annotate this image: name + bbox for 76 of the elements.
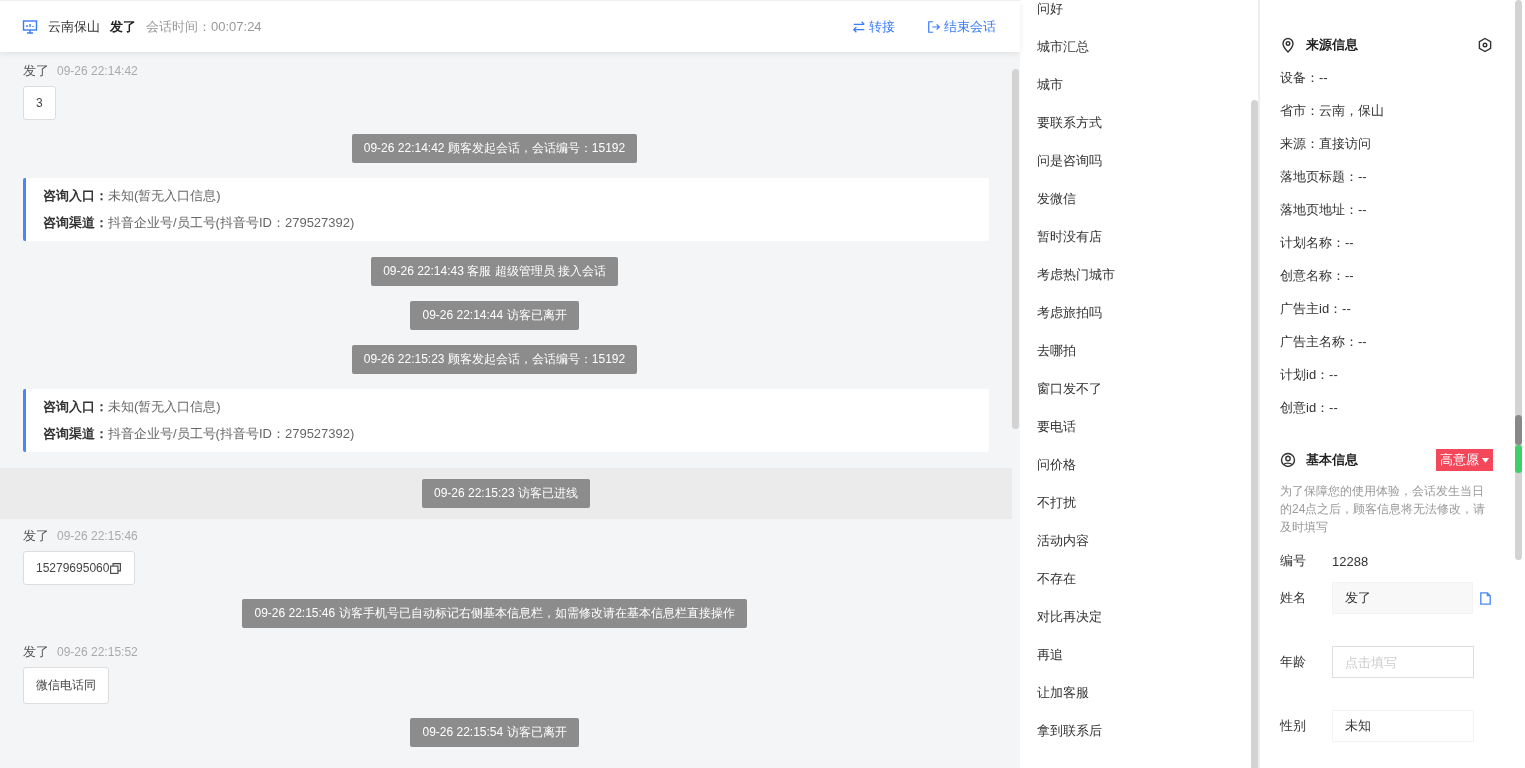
quick-reply-item[interactable]: 问好 <box>1037 0 1063 28</box>
message-time: 09-26 22:15:52 <box>57 645 138 659</box>
settings-icon <box>1477 37 1493 53</box>
quick-reply-item[interactable]: 要联系方式 <box>1037 104 1102 142</box>
section-title: 基本信息 <box>1306 451 1358 469</box>
message-time: 09-26 22:14:42 <box>57 64 138 78</box>
message-bubble: 15279695060 <box>23 551 136 585</box>
quick-reply-item[interactable]: 去哪拍 <box>1037 332 1076 370</box>
info-row-text: 创意id：-- <box>1280 398 1338 417</box>
quick-reply-item[interactable]: 考虑热门城市 <box>1037 256 1115 294</box>
user-circle-icon <box>1280 452 1296 468</box>
end-session-link[interactable]: 结束会话 <box>927 17 996 36</box>
monitor-icon <box>22 18 38 35</box>
sender-name: 发了 <box>23 62 49 80</box>
message-bubble: 3 <box>23 86 56 120</box>
info-row-text: 计划id：-- <box>1280 365 1338 384</box>
notice-text: 为了保障您的使用体验，会话发生当日的24点之后，顾客信息将无法修改，请及时填写 <box>1280 483 1487 536</box>
field-value: 12288 <box>1332 553 1369 569</box>
quick-reply-item[interactable]: 暂时没有店 <box>1037 218 1102 256</box>
info-row-text: 省市：云南，保山 <box>1280 101 1384 120</box>
quick-reply-item[interactable]: 问是咨询吗 <box>1037 142 1102 180</box>
quick-reply-item[interactable]: 要电话 <box>1037 408 1076 446</box>
exit-icon <box>927 19 941 34</box>
location-pin-icon <box>1280 37 1296 53</box>
section-title: 来源信息 <box>1306 36 1358 54</box>
quick-reply-item[interactable]: 对比再决定 <box>1037 598 1102 636</box>
system-notice: 09-26 22:15:23 访客已进线 <box>421 479 591 508</box>
system-notice: 09-26 22:15:46 访客手机号已自动标记右侧基本信息栏，如需修改请在基本信息栏直接操作 <box>242 599 747 628</box>
info-line: 咨询入口：未知(暂无入口信息) <box>43 187 222 205</box>
transfer-link[interactable]: 转接 <box>852 17 895 36</box>
swap-arrows-icon <box>852 19 866 34</box>
sender-name: 发了 <box>23 643 49 661</box>
visitor-name: 发了 <box>110 17 136 36</box>
message-time: 09-26 22:15:46 <box>57 529 138 543</box>
info-row-text: 计划名称：-- <box>1280 233 1354 252</box>
message-bubble: 微信电话同 <box>23 667 109 704</box>
quick-reply-item[interactable]: 活动内容 <box>1037 522 1089 560</box>
name-field[interactable]: 发了 <box>1331 582 1473 614</box>
quick-reply-item[interactable]: 不存在 <box>1037 560 1076 598</box>
quick-reply-item[interactable]: 让加客服 <box>1037 674 1089 712</box>
quick-reply-item[interactable]: 考虑旅拍吗 <box>1037 294 1102 332</box>
session-duration: 会话时间：00:07:24 <box>146 17 262 36</box>
system-notice: 09-26 22:14:44 访客已离开 <box>410 301 579 330</box>
system-notice: 09-26 22:15:54 访客已离开 <box>410 718 579 747</box>
info-line: 咨询渠道：抖音企业号/员工号(抖音号ID：279527392) <box>43 214 356 232</box>
field-label: 姓名 <box>1280 589 1307 607</box>
info-row-text: 来源：直接访问 <box>1280 134 1371 153</box>
info-row-text: 创意名称：-- <box>1280 266 1354 285</box>
copy-icon <box>109 561 123 575</box>
gender-select[interactable]: 未知 <box>1332 710 1474 742</box>
info-line: 咨询渠道：抖音企业号/员工号(抖音号ID：279527392) <box>43 425 356 443</box>
info-row-text: 广告主名称：-- <box>1280 332 1367 351</box>
info-row-text: 设备：-- <box>1280 68 1328 87</box>
system-notice: 09-26 22:15:23 顾客发起会话，会话编号：15192 <box>351 345 638 374</box>
field-label: 年龄 <box>1280 653 1307 671</box>
system-notice: 09-26 22:14:43 客服 超级管理员 接入会话 <box>371 257 618 286</box>
copy-icon <box>1478 590 1493 606</box>
quick-reply-item[interactable]: 城市 <box>1037 66 1063 104</box>
quick-reply-item[interactable]: 问价格 <box>1037 446 1076 484</box>
quick-reply-item[interactable]: 城市汇总 <box>1037 28 1089 66</box>
caret-icon <box>1482 457 1489 463</box>
info-line: 咨询入口：未知(暂无入口信息) <box>43 398 222 416</box>
info-row-text: 广告主id：-- <box>1280 299 1351 318</box>
info-row-text: 落地页地址：-- <box>1280 200 1367 219</box>
location-text: 云南保山 <box>48 17 100 36</box>
system-notice: 09-26 22:14:42 顾客发起会话，会话编号：15192 <box>351 134 638 163</box>
intent-dropdown[interactable]: 高意愿 <box>1436 449 1493 471</box>
field-label: 性别 <box>1280 717 1307 735</box>
info-row-text: 落地页标题：-- <box>1280 167 1367 186</box>
sender-name: 发了 <box>23 527 49 545</box>
quick-reply-item[interactable]: 拿到联系后 <box>1037 712 1102 750</box>
quick-reply-item[interactable]: 不打扰 <box>1037 484 1076 522</box>
quick-reply-item[interactable]: 发微信 <box>1037 180 1076 218</box>
field-label: 编号 <box>1280 552 1307 570</box>
quick-reply-item[interactable]: 再追 <box>1037 636 1063 674</box>
quick-reply-item[interactable]: 窗口发不了 <box>1037 370 1102 408</box>
